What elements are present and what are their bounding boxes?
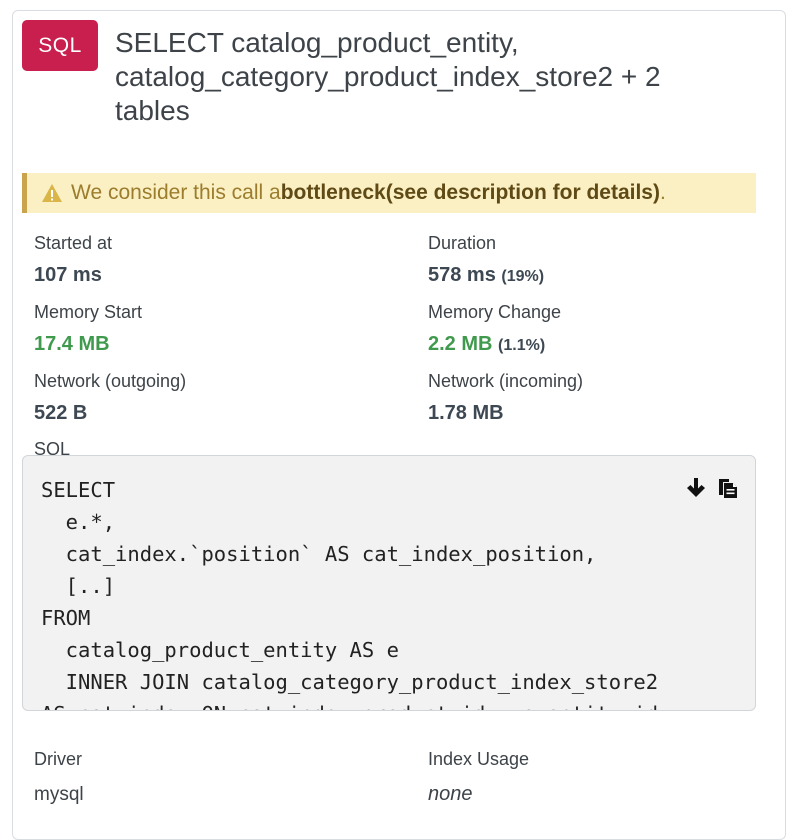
warning-icon	[42, 184, 62, 202]
network-in-value: 1.78 MB	[428, 402, 504, 424]
started-at-label: Started at	[34, 233, 113, 253]
sql-code[interactable]: SELECT e.*, cat_index.`position` AS cat_…	[41, 474, 658, 710]
network-out-label: Network (outgoing)	[34, 371, 187, 391]
memory-change-pct: (1.1%)	[498, 337, 546, 354]
driver-label: Driver	[34, 749, 82, 769]
duration-label: Duration	[428, 233, 497, 253]
started-at-value: 107 ms	[34, 264, 102, 286]
memory-change-value: 2.2 MB	[428, 333, 493, 355]
call-title: SELECT catalog_product_entity, catalog_c…	[115, 27, 661, 126]
network-in-label: Network (incoming)	[428, 371, 584, 391]
alert-prefix: We consider this call a	[71, 181, 281, 204]
sql-badge: SQL	[22, 20, 98, 71]
index-usage-label: Index Usage	[428, 749, 530, 769]
index-usage-value: none	[428, 783, 473, 805]
alert-suffix: .	[659, 181, 666, 204]
network-out-value: 522 B	[34, 402, 88, 424]
alert-details: (see description for details)	[385, 181, 660, 204]
duration-value: 578 ms	[428, 264, 496, 286]
alert-bottleneck: bottleneck	[280, 181, 386, 204]
duration-pct: (19%)	[501, 268, 545, 285]
copy-icon[interactable]	[717, 476, 739, 500]
memory-change-label: Memory Change	[428, 302, 562, 322]
memory-change-value-group: 2.2 MB (1.1%)	[428, 333, 545, 356]
memory-start-label: Memory Start	[34, 302, 143, 322]
code-actions	[685, 476, 739, 500]
bottleneck-alert: We consider this call a bottleneck (see …	[22, 173, 756, 213]
memory-start-value: 17.4 MB	[34, 333, 110, 355]
sql-code-box[interactable]: SELECT e.*, cat_index.`position` AS cat_…	[22, 455, 756, 711]
duration-value-group: 578 ms (19%)	[428, 264, 544, 287]
driver-value: mysql	[34, 784, 84, 805]
call-detail-panel	[12, 10, 786, 840]
arrow-down-icon[interactable]	[685, 476, 707, 500]
